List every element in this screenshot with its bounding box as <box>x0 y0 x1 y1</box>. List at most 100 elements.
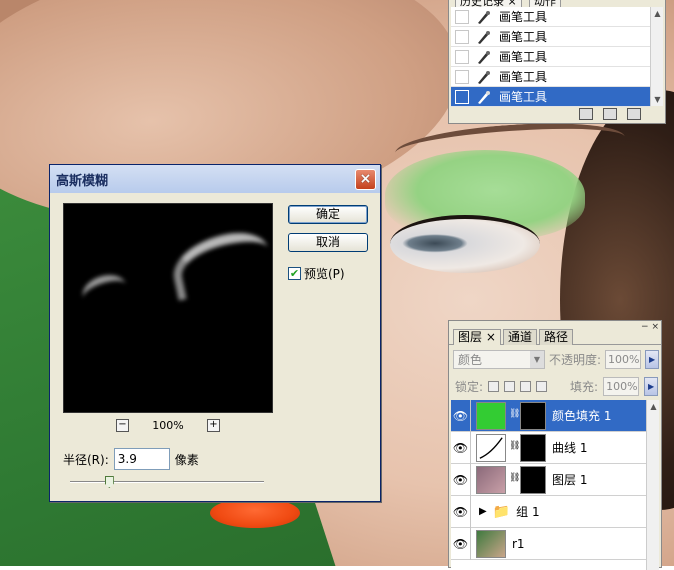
layer-row-color-fill[interactable]: 👁 ⛓ 颜色填充 1 <box>451 399 646 432</box>
zoom-in-icon[interactable]: + <box>206 418 220 432</box>
close-icon[interactable]: × <box>355 169 376 190</box>
chevron-down-icon[interactable]: ▼ <box>530 350 544 368</box>
layer-mask-thumbnail[interactable] <box>520 401 546 430</box>
opacity-field[interactable]: 100% <box>605 349 642 369</box>
trash-icon[interactable] <box>627 108 641 120</box>
history-item-label: 画笔工具 <box>499 50 548 64</box>
new-document-icon[interactable] <box>579 108 593 120</box>
dialog-title: 高斯模糊 <box>56 173 109 189</box>
gaussian-blur-dialog: 高斯模糊 × − 100% + 确定 取消 ✔ 预览(P) 半径(R): 3.9… <box>49 164 381 502</box>
tab-paths[interactable]: 路径 <box>539 329 574 345</box>
ok-button[interactable]: 确定 <box>288 205 368 224</box>
brush-icon <box>478 90 490 104</box>
layer-thumbnail <box>476 529 506 558</box>
history-item-label: 画笔工具 <box>499 90 548 104</box>
fill-arrow-icon[interactable]: ▶ <box>644 376 659 396</box>
chain-link-icon[interactable]: ⛓ <box>509 409 520 423</box>
snapshot-checkbox[interactable] <box>455 69 469 84</box>
zoom-out-icon[interactable]: − <box>116 418 129 432</box>
history-item-label: 画笔工具 <box>499 70 548 84</box>
history-item-selected[interactable]: 画笔工具 <box>451 87 651 107</box>
visibility-eye-icon[interactable]: 👁 <box>451 495 471 528</box>
preview-checkbox-group[interactable]: ✔ 预览(P) <box>288 265 345 282</box>
history-item[interactable]: 画笔工具 <box>451 27 651 47</box>
radius-slider-track[interactable] <box>70 481 264 483</box>
brush-icon <box>478 70 490 84</box>
layers-scrollbar[interactable]: ▲ <box>646 400 659 570</box>
tab-channels[interactable]: 通道 <box>503 329 538 345</box>
history-item[interactable]: 画笔工具 <box>451 47 651 67</box>
radius-row: 半径(R): 3.9 像素 <box>63 448 199 470</box>
panel-window-controls[interactable]: − × <box>641 322 659 332</box>
history-item[interactable]: 画笔工具 <box>451 67 651 87</box>
preview-label: 预览(P) <box>304 267 345 281</box>
layer-row-curves[interactable]: 👁 ⛓ 曲线 1 <box>451 431 646 464</box>
chain-link-icon[interactable]: ⛓ <box>509 473 520 487</box>
layer-mask-thumbnail[interactable] <box>520 433 546 462</box>
lock-label: 锁定: <box>455 379 484 394</box>
layer-name: 颜色填充 1 <box>552 409 612 423</box>
layer-mask-thumbnail[interactable] <box>520 465 546 494</box>
zoom-level: 100% <box>152 418 184 432</box>
blend-mode-value: 颜色 <box>458 352 483 367</box>
layer-name: 曲线 1 <box>552 441 588 455</box>
expand-arrow-icon[interactable]: ▶ <box>479 506 487 517</box>
layer-thumbnail <box>476 465 506 494</box>
opacity-arrow-icon[interactable]: ▶ <box>645 349 660 369</box>
blend-mode-select[interactable]: 颜色 ▼ <box>453 349 545 369</box>
history-item-label: 画笔工具 <box>499 10 548 24</box>
visibility-eye-icon[interactable]: 👁 <box>451 463 471 496</box>
visibility-eye-icon[interactable]: 👁 <box>451 527 471 560</box>
layer-name: 组 1 <box>516 505 540 519</box>
history-scrollbar[interactable]: ▲ ▼ <box>650 7 663 106</box>
cancel-button[interactable]: 取消 <box>288 233 368 252</box>
preview-zoom-bar: − 100% + <box>116 417 220 433</box>
opacity-label: 不透明度: <box>549 352 602 367</box>
lock-brush-icon[interactable] <box>504 380 516 392</box>
radius-input[interactable]: 3.9 <box>113 448 170 470</box>
history-footer <box>449 105 665 123</box>
chain-link-icon[interactable]: ⛓ <box>509 441 520 455</box>
lock-move-icon[interactable] <box>520 380 532 392</box>
radius-unit: 像素 <box>174 452 199 467</box>
brush-icon <box>478 10 490 24</box>
scroll-up-icon[interactable]: ▲ <box>647 400 660 413</box>
history-item[interactable]: 画笔工具 <box>451 7 651 27</box>
curves-icon <box>476 433 506 462</box>
layer-row-group[interactable]: 👁 ▶ 📁 组 1 <box>451 495 646 528</box>
lock-options: 锁定: 填充: 100% ▶ <box>449 374 661 398</box>
history-list: 画笔工具 画笔工具 画笔工具 画笔工具 画笔工具 <box>451 7 651 107</box>
layer-row-layer1[interactable]: 👁 ⛓ 图层 1 <box>451 463 646 496</box>
visibility-eye-icon[interactable]: 👁 <box>451 431 471 464</box>
fill-label: 填充: <box>570 379 599 394</box>
brush-icon <box>478 30 490 44</box>
blend-options: 颜色 ▼ 不透明度: 100% ▶ <box>449 347 661 371</box>
layers-tabs: 图层 × 通道 路径 − × <box>449 321 661 345</box>
layers-list: 👁 ⛓ 颜色填充 1 👁 ⛓ 曲线 1 👁 ⛓ 图层 1 👁 ▶ 📁 组 1 👁… <box>451 399 646 570</box>
layers-panel: 图层 × 通道 路径 − × 颜色 ▼ 不透明度: 100% ▶ 锁定: 填充:… <box>448 320 662 570</box>
radius-slider-thumb[interactable] <box>104 476 114 488</box>
history-state-marker[interactable] <box>455 89 469 104</box>
camera-snapshot-icon[interactable] <box>603 108 617 120</box>
tab-layers[interactable]: 图层 × <box>453 329 501 345</box>
radius-label: 半径(R): <box>63 452 109 467</box>
snapshot-checkbox[interactable] <box>455 49 469 64</box>
fill-field[interactable]: 100% <box>603 376 640 396</box>
visibility-eye-icon[interactable]: 👁 <box>451 399 471 432</box>
blur-preview[interactable] <box>63 203 275 413</box>
brush-icon <box>478 50 490 64</box>
scroll-up-icon[interactable]: ▲ <box>651 7 664 20</box>
layer-row-r1[interactable]: 👁 r1 <box>451 527 646 560</box>
preview-checkbox[interactable]: ✔ <box>288 267 301 280</box>
lock-transparency-icon[interactable] <box>488 380 500 392</box>
layer-name: 图层 1 <box>552 473 588 487</box>
folder-icon: 📁 <box>492 503 511 520</box>
snapshot-checkbox[interactable] <box>455 29 469 44</box>
dialog-titlebar[interactable]: 高斯模糊 × <box>50 165 380 193</box>
snapshot-checkbox[interactable] <box>455 9 469 24</box>
history-panel: 历史记录 × 动作 画笔工具 画笔工具 画笔工具 画笔工具 画笔工具 ▲ ▼ <box>448 0 666 124</box>
layer-name: r1 <box>512 536 525 551</box>
lock-all-icon[interactable] <box>536 380 548 392</box>
history-item-label: 画笔工具 <box>499 30 548 44</box>
preview-stroke <box>167 226 275 301</box>
